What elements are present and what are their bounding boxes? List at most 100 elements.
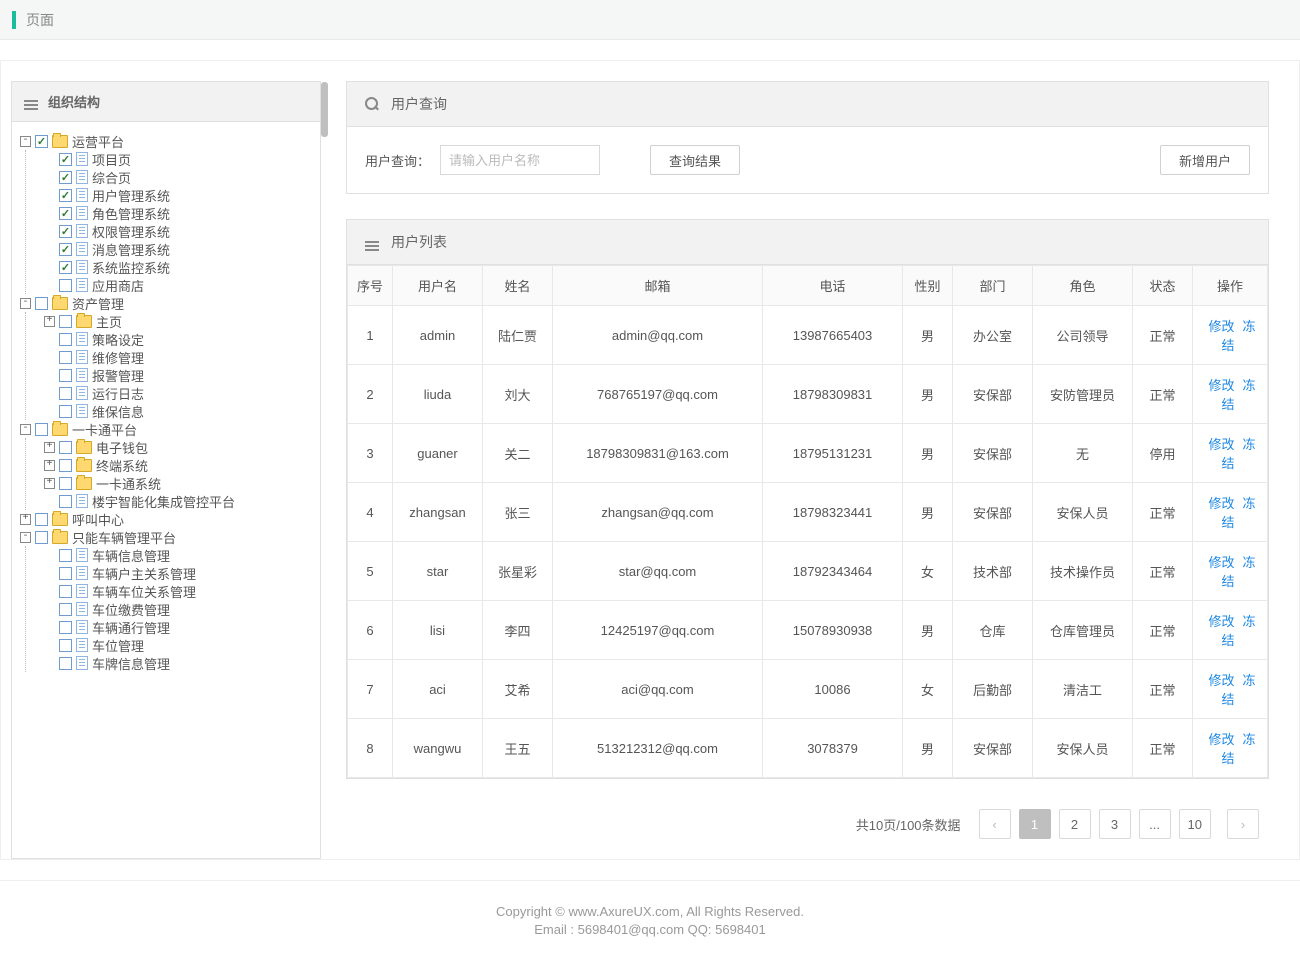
tree-node[interactable]: 消息管理系统 — [44, 240, 312, 258]
checkbox[interactable] — [59, 189, 72, 202]
expand-icon[interactable]: + — [44, 442, 55, 453]
sidebar-scrollbar[interactable] — [321, 82, 328, 137]
tree-node-label[interactable]: 资产管理 — [72, 294, 124, 313]
tree-node[interactable]: - 资产管理 — [20, 294, 312, 312]
checkbox[interactable] — [59, 567, 72, 580]
tree-node-label[interactable]: 楼宇智能化集成管控平台 — [92, 492, 235, 511]
tree-node-label[interactable]: 终端系统 — [96, 456, 148, 475]
tree-node-label[interactable]: 综合页 — [92, 168, 131, 187]
page-prev[interactable]: ‹ — [979, 809, 1011, 839]
tree-node[interactable]: 系统监控系统 — [44, 258, 312, 276]
checkbox[interactable] — [59, 261, 72, 274]
tree-node-label[interactable]: 车辆车位关系管理 — [92, 582, 196, 601]
edit-link[interactable]: 修改 — [1208, 614, 1234, 629]
tree-node-label[interactable]: 应用商店 — [92, 276, 144, 295]
tree-node[interactable]: 用户管理系统 — [44, 186, 312, 204]
tree-node[interactable]: 楼宇智能化集成管控平台 — [44, 492, 312, 510]
tree-node[interactable]: 报警管理 — [44, 366, 312, 384]
tree-node[interactable]: -一卡通平台 — [20, 420, 312, 438]
checkbox[interactable] — [59, 315, 72, 328]
checkbox[interactable] — [35, 531, 48, 544]
tree-node[interactable]: - 运营平台 — [20, 132, 312, 150]
tree-node[interactable]: 车辆信息管理 — [44, 546, 312, 564]
tree-node-label[interactable]: 报警管理 — [92, 366, 144, 385]
tree-node[interactable]: + 终端系统 — [44, 456, 312, 474]
tree-node[interactable]: 维修管理 — [44, 348, 312, 366]
collapse-icon[interactable]: - — [20, 298, 31, 309]
checkbox[interactable] — [59, 459, 72, 472]
edit-link[interactable]: 修改 — [1208, 319, 1234, 334]
checkbox[interactable] — [59, 351, 72, 364]
checkbox[interactable] — [59, 603, 72, 616]
checkbox[interactable] — [59, 171, 72, 184]
tree-node-label[interactable]: 策略设定 — [92, 330, 144, 349]
page-button[interactable]: 2 — [1059, 809, 1091, 839]
tree-node[interactable]: + 呼叫中心 — [20, 510, 312, 528]
checkbox[interactable] — [35, 297, 48, 310]
edit-link[interactable]: 修改 — [1208, 437, 1234, 452]
checkbox[interactable] — [59, 333, 72, 346]
tree-node-label[interactable]: 维修管理 — [92, 348, 144, 367]
checkbox[interactable] — [59, 225, 72, 238]
checkbox[interactable] — [59, 621, 72, 634]
tree-node-label[interactable]: 消息管理系统 — [92, 240, 170, 259]
tree-node-label[interactable]: 运行日志 — [92, 384, 144, 403]
checkbox[interactable] — [59, 153, 72, 166]
tree-node[interactable]: 车辆户主关系管理 — [44, 564, 312, 582]
tree-node-label[interactable]: 角色管理系统 — [92, 204, 170, 223]
query-button[interactable]: 查询结果 — [650, 145, 740, 175]
tree-node-label[interactable]: 主页 — [96, 312, 122, 331]
tree-node-label[interactable]: 车辆通行管理 — [92, 618, 170, 637]
tree-node[interactable]: 应用商店 — [44, 276, 312, 294]
tree-node[interactable]: 运行日志 — [44, 384, 312, 402]
tree-node-label[interactable]: 用户管理系统 — [92, 186, 170, 205]
edit-link[interactable]: 修改 — [1208, 378, 1234, 393]
page-next[interactable]: › — [1227, 809, 1259, 839]
edit-link[interactable]: 修改 — [1208, 555, 1234, 570]
add-user-button[interactable]: 新增用户 — [1160, 145, 1250, 175]
page-button[interactable]: 10 — [1179, 809, 1211, 839]
page-button[interactable]: 1 — [1019, 809, 1051, 839]
tree-node-label[interactable]: 车辆户主关系管理 — [92, 564, 196, 583]
tree-node[interactable]: + 主页 — [44, 312, 312, 330]
expand-icon[interactable]: + — [44, 478, 55, 489]
tree-node[interactable]: 策略设定 — [44, 330, 312, 348]
checkbox[interactable] — [35, 423, 48, 436]
checkbox[interactable] — [59, 387, 72, 400]
collapse-icon[interactable]: - — [20, 424, 31, 435]
tree-node-label[interactable]: 车辆信息管理 — [92, 546, 170, 565]
tree-node[interactable]: 项目页 — [44, 150, 312, 168]
tree-node-label[interactable]: 车位管理 — [92, 636, 144, 655]
search-input[interactable] — [440, 145, 600, 175]
tree-node[interactable]: 车辆通行管理 — [44, 618, 312, 636]
tree-node[interactable]: +一卡通系统 — [44, 474, 312, 492]
tree-node[interactable]: 车位缴费管理 — [44, 600, 312, 618]
edit-link[interactable]: 修改 — [1208, 673, 1234, 688]
tree-node-label[interactable]: 电子钱包 — [96, 438, 148, 457]
edit-link[interactable]: 修改 — [1208, 732, 1234, 747]
collapse-icon[interactable]: - — [20, 136, 31, 147]
checkbox[interactable] — [59, 207, 72, 220]
tree-node-label[interactable]: 权限管理系统 — [92, 222, 170, 241]
checkbox[interactable] — [59, 279, 72, 292]
tree-node[interactable]: 维保信息 — [44, 402, 312, 420]
checkbox[interactable] — [59, 405, 72, 418]
page-button[interactable]: 3 — [1099, 809, 1131, 839]
tree-node-label[interactable]: 呼叫中心 — [72, 510, 124, 529]
checkbox[interactable] — [59, 477, 72, 490]
checkbox[interactable] — [35, 135, 48, 148]
tree-node[interactable]: 车牌信息管理 — [44, 654, 312, 672]
tree-node-label[interactable]: 运营平台 — [72, 132, 124, 151]
checkbox[interactable] — [59, 657, 72, 670]
checkbox[interactable] — [59, 369, 72, 382]
tree-node-label[interactable]: 项目页 — [92, 150, 131, 169]
tree-node-label[interactable]: 只能车辆管理平台 — [72, 528, 176, 547]
tree-node-label[interactable]: 车位缴费管理 — [92, 600, 170, 619]
expand-icon[interactable]: + — [44, 460, 55, 471]
tree-node-label[interactable]: 车牌信息管理 — [92, 654, 170, 673]
checkbox[interactable] — [59, 585, 72, 598]
expand-icon[interactable]: + — [20, 514, 31, 525]
expand-icon[interactable]: + — [44, 316, 55, 327]
checkbox[interactable] — [59, 639, 72, 652]
checkbox[interactable] — [59, 441, 72, 454]
